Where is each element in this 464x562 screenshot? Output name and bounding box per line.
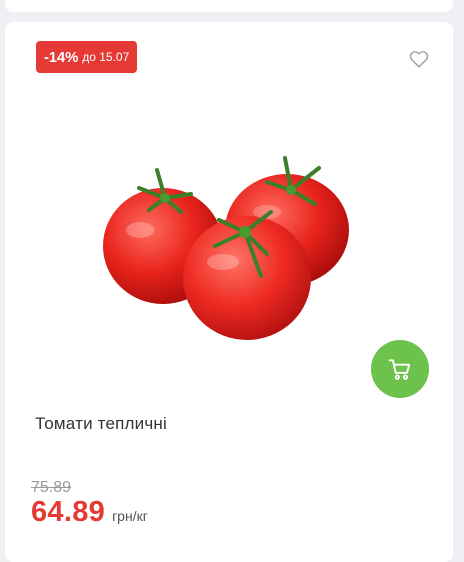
tomatoes-image [103, 156, 349, 340]
discount-until: до 15.07 [82, 50, 130, 64]
add-to-cart-button[interactable] [371, 340, 429, 398]
previous-product-card-edge [5, 0, 453, 12]
old-price: 75.89 [31, 479, 72, 496]
product-title[interactable]: Томати тепличні [35, 414, 167, 434]
discount-badge: -14% до 15.07 [36, 41, 138, 73]
price-row: 64.89 грн/кг [31, 496, 148, 529]
discount-percent: -14% [44, 48, 79, 66]
current-price: 64.89 [31, 496, 106, 528]
price-unit: грн/кг [112, 508, 148, 524]
favorite-button[interactable] [408, 48, 430, 70]
product-image[interactable] [95, 150, 365, 360]
heart-outline-icon [409, 51, 429, 68]
product-card[interactable]: -14% до 15.07 Томати тепличні 75.89 64.8… [5, 22, 453, 562]
cart-icon [388, 359, 411, 380]
